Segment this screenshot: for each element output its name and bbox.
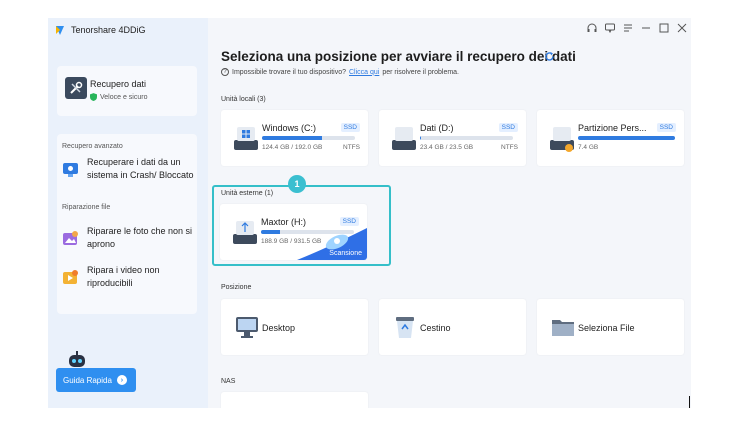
nas-card[interactable]: [221, 392, 368, 408]
usage-bar: [262, 136, 355, 140]
external-drives-highlight: Unità esterne (1) Maxtor (H:) SSD 188.9 …: [212, 185, 391, 266]
drive-size: 124.4 GB / 192.0 GB: [262, 144, 323, 151]
location-recycle-bin[interactable]: Cestino: [379, 299, 526, 355]
usage-fill: [262, 136, 323, 140]
app-title: Tenorshare 4DDiG: [71, 25, 146, 35]
logo-icon: [56, 26, 64, 35]
quick-guide-button[interactable]: Guida Rapida ›: [56, 368, 136, 392]
drive-name: Dati (D:): [420, 123, 454, 133]
location-label: Seleziona File: [578, 323, 635, 333]
data-recovery-subtitle: Veloce e sicuro: [90, 93, 147, 101]
chevron-right-icon: ›: [116, 375, 127, 385]
drive-card[interactable]: Dati (D:) SSD 23.4 GB / 23.5 GB NTFS: [379, 110, 526, 166]
menu-icon[interactable]: [623, 23, 633, 33]
recycle-bin-icon: [396, 317, 414, 338]
subtitle-text: Veloce e sicuro: [100, 93, 148, 101]
drive-type-badge: SSD: [498, 123, 518, 132]
windows-drive-icon: [234, 127, 258, 150]
usage-fill: [578, 136, 675, 140]
question-icon: ?: [221, 68, 229, 76]
advanced-recovery-card: Recupero avanzato Recuperare i dati da u…: [57, 134, 197, 314]
page-title: Seleziona una posizione per avviare il r…: [221, 49, 576, 64]
drive-card[interactable]: Windows (C:) SSD 124.4 GB / 192.0 GB NTF…: [221, 110, 368, 166]
local-drives-section: Unità locali (3): [221, 96, 266, 103]
location-select-file[interactable]: Seleziona File: [537, 299, 684, 355]
maximize-icon[interactable]: [659, 23, 669, 33]
refresh-icon[interactable]: [544, 51, 555, 62]
feedback-icon[interactable]: [605, 23, 615, 33]
video-repair-item[interactable]: Ripara i video non riproducibili: [62, 264, 194, 289]
window-controls: [587, 23, 687, 33]
location-desktop[interactable]: Desktop: [221, 299, 368, 355]
partition-drive-icon: [550, 127, 574, 152]
headset-icon[interactable]: [587, 23, 597, 33]
usage-fill: [261, 230, 280, 234]
usage-fill: [420, 136, 421, 140]
usage-bar: [578, 136, 675, 140]
crash-recovery-item[interactable]: Recuperare i dati da un sistema in Crash…: [62, 156, 194, 181]
text-cursor: [689, 396, 690, 408]
nas-section: NAS: [221, 378, 236, 385]
app-logo: Tenorshare 4DDiG: [54, 24, 146, 36]
drive-type-badge: SSD: [340, 123, 360, 132]
location-label: Desktop: [262, 323, 296, 333]
help-line: ? Impossibile trovare il tuo dispositivo…: [221, 68, 459, 76]
drive-type-badge: SSD: [656, 123, 676, 132]
main-panel: Seleziona una posizione per avviare il r…: [208, 18, 691, 408]
drive-size: 7.4 GB: [578, 144, 599, 151]
drive-name: Partizione Pers...: [578, 123, 647, 133]
folder-icon: [552, 320, 574, 336]
help-prefix: Impossibile trovare il tuo dispositivo?: [232, 68, 346, 76]
location-section: Posizione: [221, 284, 252, 291]
tools-icon: [65, 77, 87, 99]
drive-card[interactable]: Partizione Pers... SSD 7.4 GB: [537, 110, 684, 166]
drive-size: 23.4 GB / 23.5 GB: [420, 144, 474, 151]
advanced-section-label: Recupero avanzato: [62, 143, 123, 150]
quick-guide-label: Guida Rapida: [63, 375, 112, 385]
external-drive-card[interactable]: Maxtor (H:) SSD 188.9 GB / 931.5 GB Scan…: [220, 204, 367, 260]
drive-filesystem: NTFS: [501, 144, 518, 151]
shield-icon: [90, 93, 97, 101]
location-label: Cestino: [420, 323, 451, 333]
usage-bar: [420, 136, 513, 140]
hard-drive-icon: [392, 127, 416, 150]
drive-name: Windows (C:): [262, 123, 317, 133]
data-recovery-title: Recupero dati: [90, 79, 147, 89]
data-recovery-item[interactable]: Recupero dati Veloce e sicuro: [57, 66, 197, 116]
minimize-icon[interactable]: [641, 23, 651, 33]
external-drives-section: Unità esterne (1): [221, 190, 274, 197]
photo-repair-item[interactable]: Riparare le foto che non si aprono: [62, 225, 194, 250]
crash-recovery-label: Recuperare i dati da un sistema in Crash…: [87, 157, 194, 180]
video-repair-icon: [63, 270, 78, 284]
help-suffix: per risolvere il problema.: [382, 68, 460, 76]
repair-section-label: Riparazione file: [62, 204, 111, 211]
scan-button[interactable]: Scansione: [329, 250, 362, 257]
step-badge: 1: [288, 175, 306, 193]
video-repair-label: Ripara i video non riproducibili: [87, 265, 160, 288]
usb-drive-icon: [233, 221, 257, 244]
help-link[interactable]: Clicca qui: [349, 69, 379, 76]
app-window: Tenorshare 4DDiG Recupero dati Veloce e …: [48, 18, 691, 408]
photo-repair-icon: [63, 231, 78, 245]
sidebar: Tenorshare 4DDiG Recupero dati Veloce e …: [48, 18, 208, 408]
drive-filesystem: NTFS: [343, 144, 360, 151]
computer-crash-icon: [63, 163, 78, 177]
close-icon[interactable]: [677, 23, 687, 33]
monitor-icon: [236, 317, 258, 338]
photo-repair-label: Riparare le foto che non si aprono: [87, 226, 193, 249]
